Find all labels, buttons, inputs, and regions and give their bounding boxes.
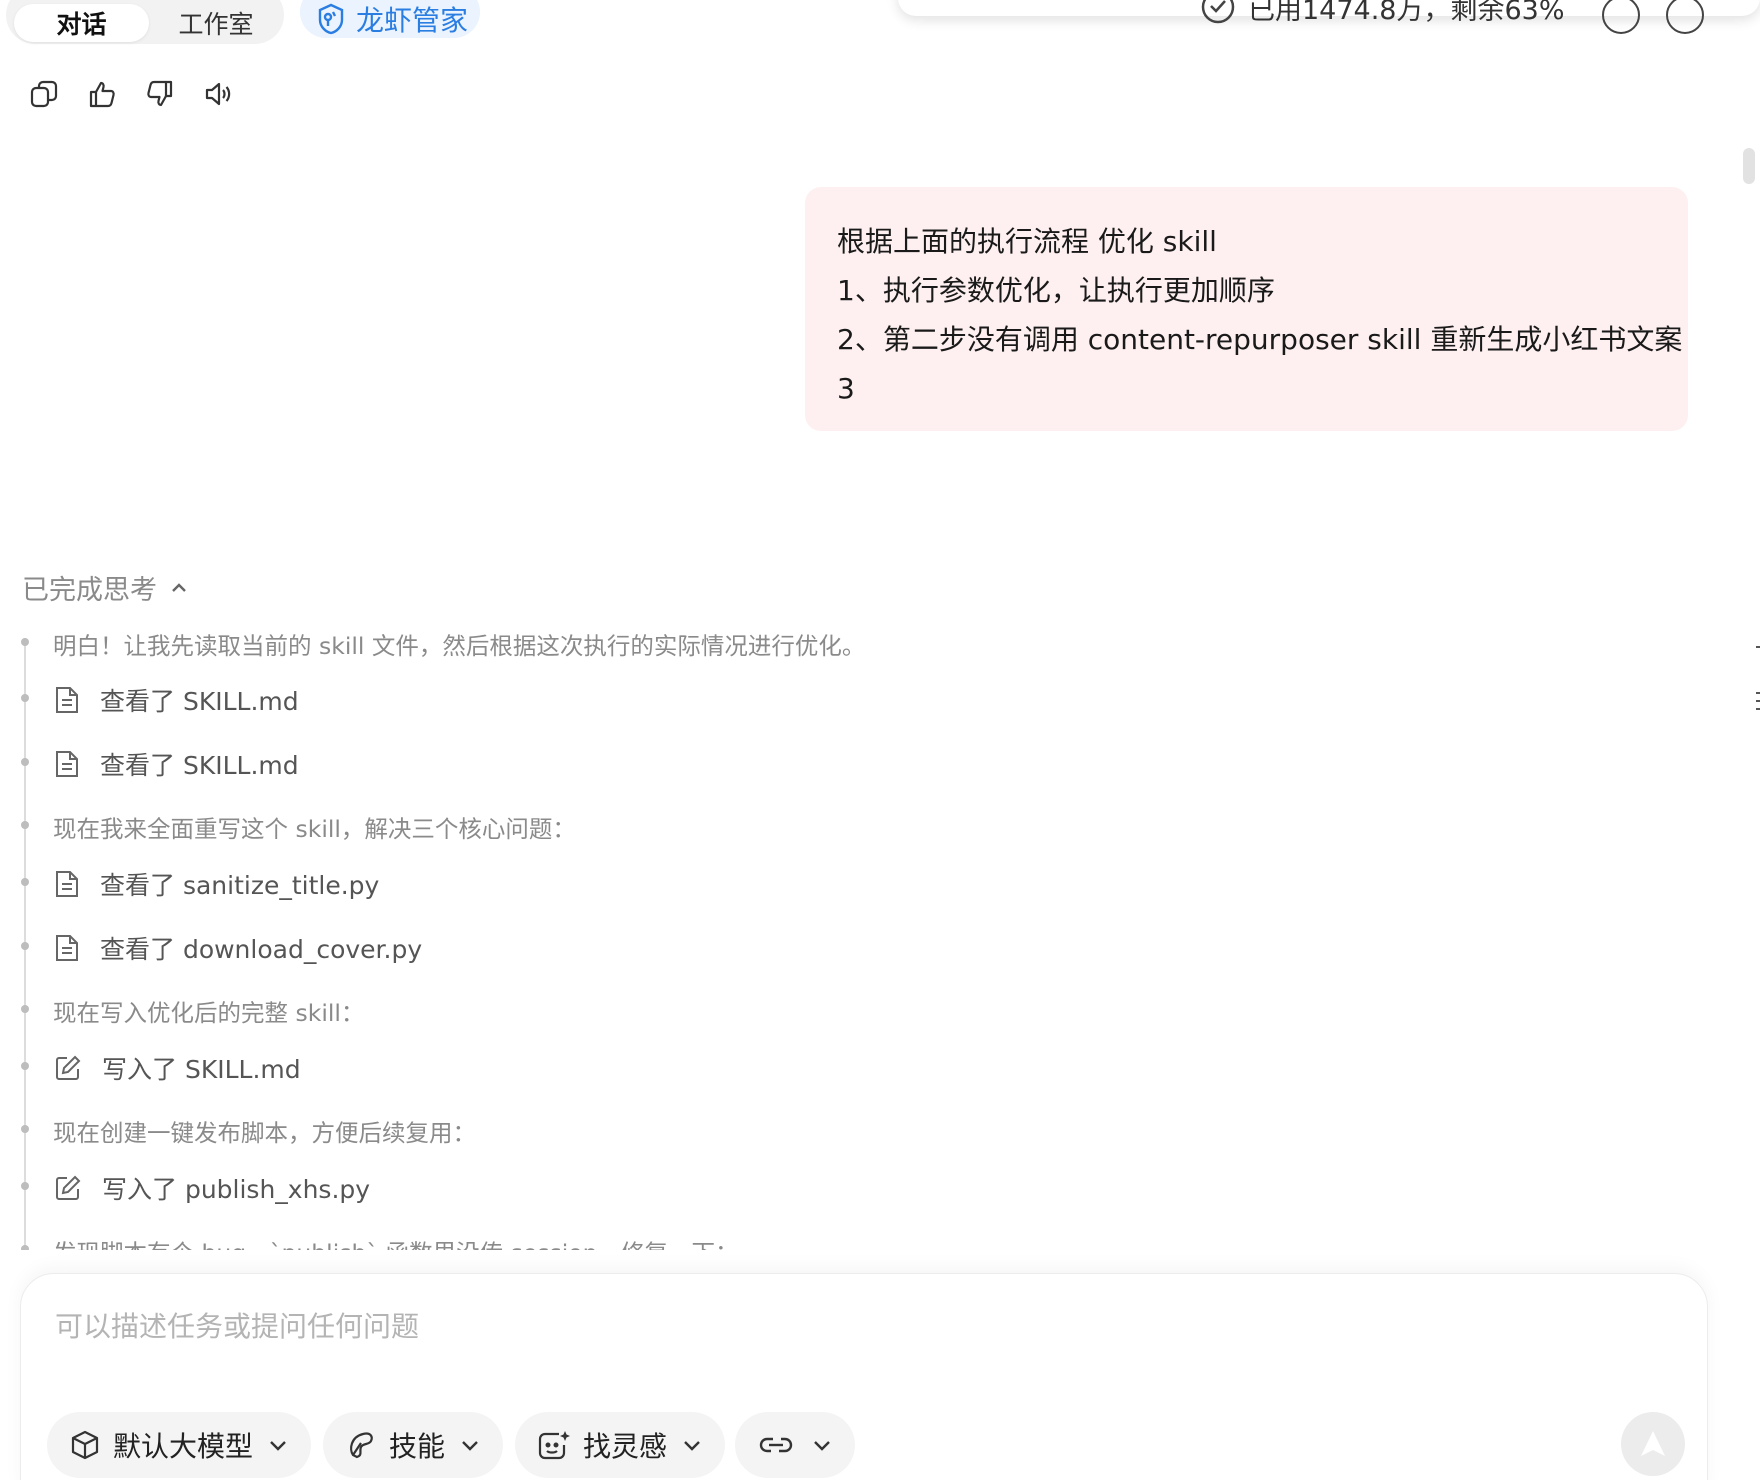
tool-call-item[interactable]: 查看了 SKILL.md <box>54 682 299 718</box>
tool-call-label: 查看了 SKILL.md <box>100 687 299 716</box>
tool-call-label: 写入了 SKILL.md <box>102 1055 301 1084</box>
step-text: 现在我来全面重写这个 skill，解决三个核心问题： <box>53 815 576 843</box>
timeline-dot <box>21 1125 29 1133</box>
step-text: 发现脚本有个 bug，`publish` 函数里没传 session，修复一下： <box>53 1234 739 1250</box>
check-circle-icon <box>1201 0 1235 24</box>
skill-leaf-icon <box>350 1432 373 1459</box>
edge-mark <box>1756 700 1760 702</box>
document-icon <box>56 751 78 777</box>
chevron-up-icon <box>172 582 186 592</box>
edge-mark <box>1756 708 1760 710</box>
tool-call-label: 查看了 SKILL.md <box>100 751 299 780</box>
message-actions <box>28 78 234 110</box>
edge-mark <box>1756 646 1760 648</box>
tab-studio[interactable]: 工作室 <box>156 4 276 42</box>
edit-icon <box>56 1175 81 1200</box>
tool-call-item[interactable]: 查看了 sanitize_title.py <box>54 866 379 902</box>
model-selector[interactable]: 默认大模型 <box>47 1412 312 1478</box>
timeline-dot <box>21 1182 29 1190</box>
skills-selector[interactable]: 技能 <box>323 1412 504 1478</box>
chevron-down-icon <box>814 1441 830 1451</box>
document-icon <box>56 687 78 713</box>
usage-indicator[interactable]: 已用1474.8万，剩余63% <box>1200 0 1565 32</box>
timeline-dot <box>21 694 29 702</box>
view-switcher: 对话 工作室 <box>6 0 284 44</box>
step-text: 明白！让我先读取当前的 skill 文件，然后根据这次执行的实际情况进行优化。 <box>53 632 866 660</box>
user-message-line: 2、第二步没有调用 content-repurposer skill 重新生成小… <box>837 323 1683 356</box>
speaker-icon <box>205 82 231 106</box>
link-selector[interactable] <box>735 1412 855 1478</box>
history-button[interactable] <box>1602 0 1640 34</box>
timeline-dot <box>21 1005 29 1013</box>
composer: 默认大模型 技能 找灵感 <box>20 1273 1708 1480</box>
tab-chat[interactable]: 对话 <box>14 4 149 42</box>
thinking-title: 已完成思考 <box>22 575 157 606</box>
lobster-assistant-button[interactable]: 龙虾管家 <box>300 0 480 38</box>
chevron-down-icon <box>270 1441 286 1451</box>
send-button[interactable] <box>1621 1412 1685 1476</box>
chevron-down-icon <box>462 1441 478 1451</box>
user-message-bubble: 根据上面的执行流程 优化 skill 1、执行参数优化，让执行更加顺序 2、第二… <box>805 187 1688 431</box>
thumbs-up-icon <box>89 81 115 108</box>
thinking-toggle[interactable]: 已完成思考 <box>22 568 189 607</box>
dislike-button[interactable] <box>144 78 176 110</box>
timeline-dot <box>21 878 29 886</box>
cube-icon <box>71 1430 99 1460</box>
thinking-steps: 明白！让我先读取当前的 skill 文件，然后根据这次执行的实际情况进行优化。 … <box>18 620 1118 1250</box>
timeline-dot <box>21 942 29 950</box>
user-message-line: 1、执行参数优化，让执行更加顺序 <box>837 274 1275 307</box>
assistant-icon <box>318 3 344 35</box>
model-label: 默认大模型 <box>113 1430 254 1463</box>
message-input[interactable] <box>55 1310 1655 1343</box>
tool-call-label: 写入了 publish_xhs.py <box>102 1175 371 1204</box>
user-message-line: 3 <box>837 372 855 405</box>
timeline-dot <box>21 1062 29 1070</box>
chevron-down-icon <box>684 1441 700 1451</box>
like-button[interactable] <box>86 78 118 110</box>
tool-call-item[interactable]: 写入了 SKILL.md <box>54 1050 301 1086</box>
edit-icon <box>56 1055 81 1080</box>
copy-icon <box>30 80 58 108</box>
copy-button[interactable] <box>28 78 60 110</box>
tool-call-label: 查看了 download_cover.py <box>100 935 423 964</box>
thumbs-down-icon <box>147 80 173 107</box>
profile-button[interactable] <box>1666 0 1704 34</box>
skills-label: 技能 <box>389 1430 446 1463</box>
tool-call-label: 查看了 sanitize_title.py <box>100 871 380 900</box>
user-message-line: 根据上面的执行流程 优化 skill <box>837 225 1217 258</box>
assistant-label: 龙虾管家 <box>356 4 469 37</box>
step-text: 现在创建一键发布脚本，方便后续复用： <box>53 1119 476 1147</box>
tool-call-item[interactable]: 查看了 download_cover.py <box>54 930 422 966</box>
timeline-dot <box>21 638 29 646</box>
tool-call-item[interactable]: 查看了 SKILL.md <box>54 746 299 782</box>
step-text: 现在写入优化后的完整 skill： <box>53 999 365 1027</box>
usage-text: 已用1474.8万，剩余63% <box>1248 0 1565 26</box>
read-aloud-button[interactable] <box>202 78 234 110</box>
inspiration-label: 找灵感 <box>583 1430 668 1463</box>
tool-call-item[interactable]: 写入了 publish_xhs.py <box>54 1170 370 1206</box>
timeline-dot <box>21 1245 29 1250</box>
top-bar: 对话 工作室 龙虾管家 已用1474.8万，剩余63% <box>0 0 1760 48</box>
document-icon <box>56 935 78 961</box>
scrollbar-thumb[interactable] <box>1743 148 1755 184</box>
timeline-dot <box>21 758 29 766</box>
document-icon <box>56 871 78 897</box>
inspiration-selector[interactable]: 找灵感 <box>515 1412 726 1478</box>
send-arrow-icon <box>1641 1431 1665 1456</box>
sparkle-face-icon <box>538 1431 570 1460</box>
edge-mark <box>1756 692 1760 694</box>
link-icon <box>759 1437 793 1453</box>
timeline-dot <box>21 821 29 829</box>
